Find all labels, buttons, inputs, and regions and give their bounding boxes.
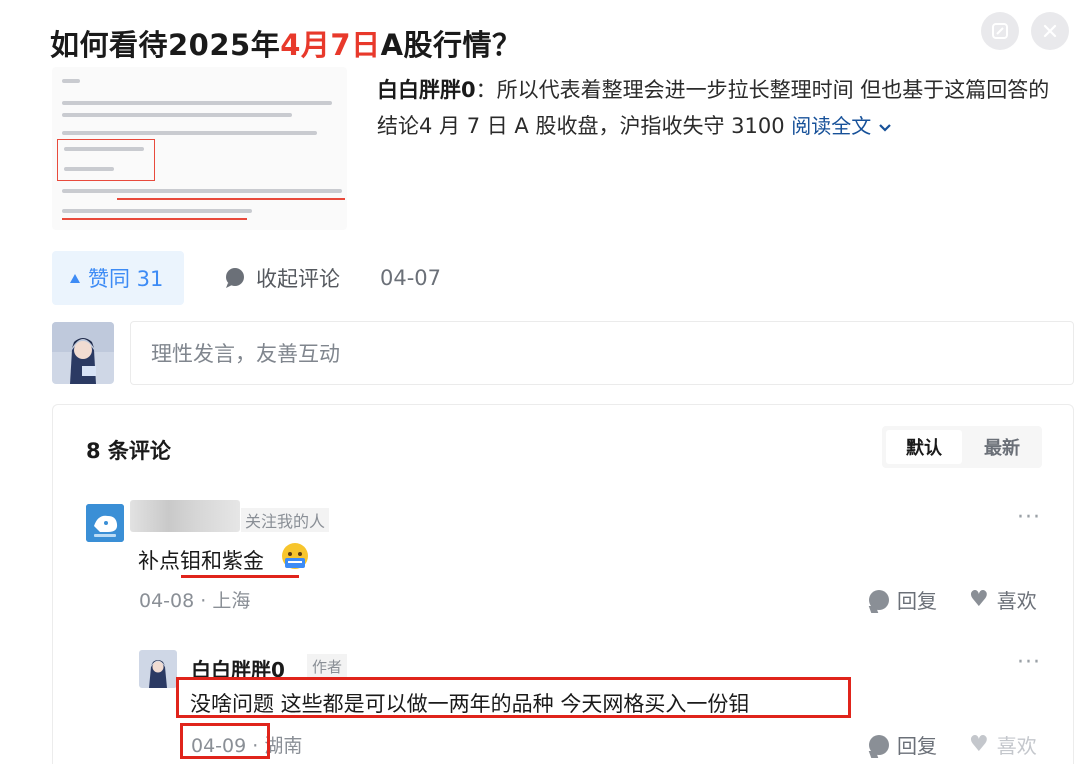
more-options-icon[interactable]: ··· — [1017, 650, 1041, 675]
title-suffix: A股行情？ — [380, 28, 522, 62]
comment-avatar[interactable] — [86, 504, 124, 542]
comment-icon — [226, 268, 244, 288]
comments-panel: 8 条评论 默认 最新 关注我的人 ··· 补点钼和紫金 04-08 · 上海 … — [52, 404, 1074, 764]
annotation-underline — [181, 575, 299, 578]
sort-latest-tab[interactable]: 最新 — [964, 430, 1040, 464]
chevron-down-icon — [878, 123, 891, 132]
collapse-comments-label: 收起评论 — [256, 267, 340, 291]
report-icon[interactable] — [981, 12, 1019, 50]
comment-location: 上海 — [212, 590, 251, 612]
like-button[interactable]: ♥ 喜欢 — [969, 585, 1037, 614]
upvote-label: 赞同 31 — [88, 267, 164, 291]
read-more-link[interactable]: 阅读全文 — [791, 114, 891, 138]
reply-button[interactable]: 回复 — [869, 730, 937, 759]
comment-input[interactable]: 理性发言，友善互动 — [130, 321, 1074, 385]
title-prefix: 如何看待2025年 — [50, 28, 281, 62]
blurred-username — [130, 500, 240, 532]
reply-icon — [869, 734, 889, 755]
follower-badge: 关注我的人 — [241, 508, 330, 532]
current-user-avatar — [52, 322, 114, 384]
reply-button[interactable]: 回复 — [869, 585, 937, 614]
answer-excerpt[interactable]: 白白胖胖0：所以代表着整理会进一步拉长整理时间 但也基于这篇回答的结论4 月 7… — [377, 72, 1067, 144]
like-button[interactable]: ♥ 喜欢 — [969, 730, 1037, 759]
comment-meta: 04-08 · 上海 — [139, 586, 250, 613]
title-date-highlight: 4月7日 — [280, 28, 381, 62]
answer-thumbnail-image[interactable] — [52, 67, 347, 230]
reply-label: 回复 — [897, 589, 937, 613]
answer-excerpt-text: ：所以代表着整理会进一步拉长整理时间 但也基于这篇回答的结论4 月 7 日 A … — [377, 78, 1050, 138]
annotation-box-reply — [176, 677, 851, 718]
sort-toggle: 默认 最新 — [882, 426, 1042, 468]
heart-icon: ♥ — [969, 586, 989, 612]
answer-date: 04-07 — [380, 266, 442, 290]
sort-default-tab[interactable]: 默认 — [886, 430, 962, 464]
reply-location: 湖南 — [264, 735, 303, 757]
upvote-arrow-icon — [70, 273, 80, 283]
upvote-button[interactable]: 赞同 31 — [52, 251, 184, 305]
collapse-comments-button[interactable]: 收起评论 — [224, 251, 340, 305]
like-label: 喜欢 — [996, 734, 1037, 758]
reply-author-avatar[interactable] — [139, 650, 177, 688]
question-title[interactable]: 如何看待2025年4月7日A股行情？ — [50, 22, 522, 64]
answer-author-name[interactable]: 白白胖胖0 — [377, 78, 476, 102]
author-badge: 作者 — [307, 654, 348, 678]
answer-action-bar: 赞同 31 收起评论 04-07 — [52, 251, 512, 305]
like-label: 喜欢 — [996, 589, 1037, 613]
comment-text: 补点钼和紫金 — [138, 549, 264, 573]
more-options-icon[interactable]: ··· — [1017, 505, 1041, 530]
reply-label: 回复 — [897, 734, 937, 758]
sticker-emoji-icon — [279, 541, 311, 573]
close-icon[interactable] — [1031, 12, 1069, 50]
comment-count: 8 条评论 — [86, 439, 171, 463]
meta-separator: · — [200, 590, 213, 612]
heart-icon: ♥ — [969, 731, 989, 757]
annotation-box-date — [180, 723, 270, 759]
reply-icon — [869, 589, 889, 610]
comment-date: 04-08 — [139, 590, 195, 612]
